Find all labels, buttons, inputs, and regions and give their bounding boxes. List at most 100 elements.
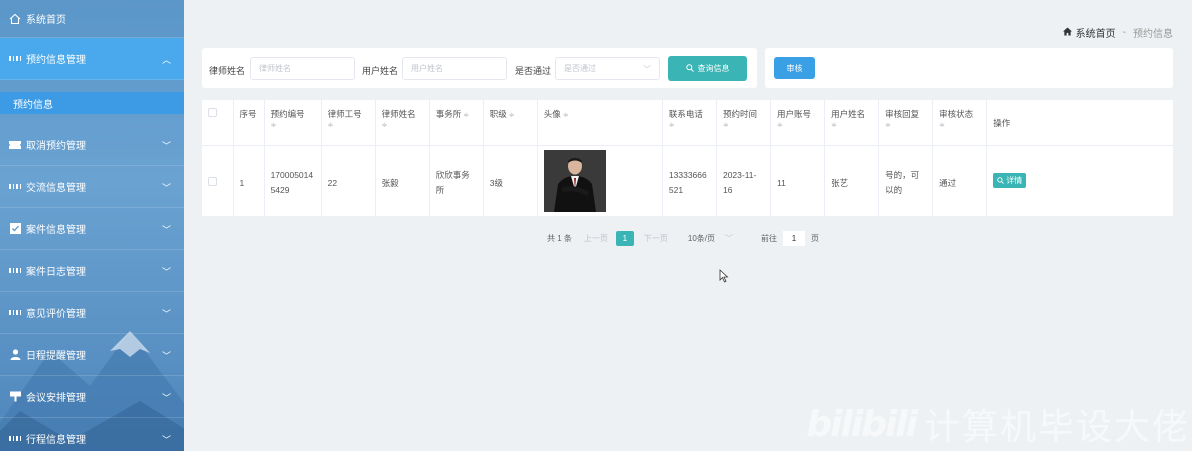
sidebar-item-home[interactable]: 系统首页 [0, 0, 184, 38]
page-size-value: 10条/页 [687, 233, 716, 243]
sidebar-item-trip[interactable]: 行程信息管理 ﹀ [0, 418, 184, 451]
breadcrumb: 系统首页 - 预约信息 [1062, 25, 1173, 40]
user-name-input[interactable]: 用户姓名 [402, 57, 507, 80]
header-label: 律师姓名 [381, 109, 416, 119]
header-lawyer-name[interactable]: 律师姓名 ≑ [375, 100, 430, 146]
cell-booking-no: 1700050145429 [264, 145, 322, 216]
header-operation: 操作 [986, 100, 1173, 146]
header-avatar[interactable]: 头像 ≑ [537, 100, 663, 146]
lawyer-photo [543, 149, 606, 212]
sidebar-subitem-booking-info[interactable]: 预约信息 [0, 92, 184, 114]
header-audit-status[interactable]: 审核状态 ≑ [932, 100, 988, 146]
cell-rank: 3级 [483, 145, 538, 216]
sidebar-home-label: 系统首页 [26, 15, 66, 26]
chevron-down-icon: ﹀ [161, 309, 171, 319]
query-button-label: 查询信息 [697, 64, 730, 73]
watermark: bilibili 计算机毕设大佬 [806, 398, 1190, 450]
chevron-down-icon: ﹀ [161, 267, 171, 277]
pagination: 共 1 条 上一页 1 下一页 10条/页 ﹀ 前往 1 页 [547, 230, 819, 246]
header-user-account[interactable]: 用户账号 ≑ [770, 100, 826, 146]
search-icon [685, 63, 694, 74]
sort-icon[interactable]: ≑ [382, 121, 423, 131]
sidebar-item-exchange[interactable]: 交流信息管理 ﹀ [0, 166, 184, 208]
goto-suffix: 页 [811, 233, 820, 243]
header-label: 职级 [489, 109, 507, 119]
row-checkbox[interactable] [208, 176, 217, 186]
cell-firm: 欣欣事务所 [429, 145, 484, 216]
select-all-checkbox[interactable] [208, 108, 217, 117]
header-user-name[interactable]: 用户姓名 ≑ [824, 100, 880, 146]
user-icon [9, 349, 21, 361]
header-lawyer-id[interactable]: 律师工号 ≑ [321, 100, 376, 146]
action-panel: 审核 [765, 48, 1173, 88]
header-booking-no[interactable]: 预约编号 ≑ [264, 100, 322, 146]
cell-avatar [537, 145, 663, 216]
passed-select-placeholder: 是否通过 [564, 64, 596, 73]
lawyer-name-input[interactable]: 律师姓名 [250, 57, 355, 80]
grid-icon [9, 53, 21, 65]
sidebar-item-booking[interactable]: 预约信息管理 ︿ [0, 38, 184, 80]
sort-icon[interactable]: ≑ [328, 121, 369, 131]
goto-label: 前往 [761, 233, 778, 243]
ticket-icon [9, 139, 21, 151]
watermark-text: 计算机毕设大佬 [923, 406, 1190, 447]
breadcrumb-current: 预约信息 [1133, 29, 1173, 40]
sidebar-item-cancel[interactable]: 取消预约管理 ﹀ [0, 124, 184, 166]
search-icon [997, 176, 1005, 184]
breadcrumb-separator: - [1122, 27, 1126, 38]
sidebar-item-label: 行程信息管理 [26, 435, 86, 446]
sort-icon[interactable]: ≑ [939, 121, 980, 131]
header-label: 预约时间 [722, 109, 757, 119]
sort-icon[interactable]: ≑ [271, 121, 315, 131]
header-phone[interactable]: 联系电话 ≑ [662, 100, 717, 146]
header-booking-time[interactable]: 预约时间 ≑ [716, 100, 772, 146]
sort-icon[interactable]: ≑ [463, 112, 469, 119]
cell-lawyer-id: 22 [321, 145, 376, 216]
grid-icon [9, 433, 21, 445]
sidebar-item-case-log[interactable]: 案件日志管理 ﹀ [0, 250, 184, 292]
pagination-page-current[interactable]: 1 [615, 230, 634, 246]
header-index: 序号 [233, 100, 265, 146]
header-label: 事务所 [435, 109, 462, 119]
chevron-down-icon: ﹀ [161, 141, 171, 151]
sort-icon[interactable]: ≑ [885, 121, 926, 131]
sort-icon[interactable]: ≑ [669, 121, 710, 131]
sidebar-item-schedule[interactable]: 日程提醒管理 ﹀ [0, 334, 184, 376]
sort-icon[interactable]: ≑ [777, 121, 818, 131]
chevron-down-icon: ﹀ [161, 393, 171, 403]
header-label: 预约编号 [270, 109, 305, 119]
sidebar-item-feedback[interactable]: 意见评价管理 ﹀ [0, 292, 184, 334]
podium-icon [9, 391, 21, 403]
page-size-select[interactable]: 10条/页 ﹀ [688, 233, 733, 244]
sort-icon[interactable]: ≑ [831, 121, 872, 131]
grid-icon [9, 307, 21, 319]
audit-button[interactable]: 审核 [774, 57, 815, 79]
pagination-prev[interactable]: 上一页 [584, 233, 608, 244]
header-label: 头像 [543, 109, 561, 119]
detail-button[interactable]: 详情 [993, 172, 1027, 188]
cell-user-account: 11 [770, 145, 826, 216]
sort-icon[interactable]: ≑ [723, 121, 764, 131]
query-button[interactable]: 查询信息 [668, 56, 747, 81]
home-icon [1062, 26, 1072, 39]
chevron-down-icon: ﹀ [161, 183, 171, 193]
header-label: 律师工号 [327, 109, 362, 119]
breadcrumb-home[interactable]: 系统首页 [1076, 25, 1116, 40]
header-rank[interactable]: 职级 ≑ [483, 100, 538, 146]
search-panel: 律师姓名 律师姓名 用户姓名 用户姓名 是否通过 是否通过 ﹀ 查询信息 [202, 48, 757, 88]
cell-audit-status: 通过 [932, 145, 988, 216]
sidebar-item-case[interactable]: 案件信息管理 ﹀ [0, 208, 184, 250]
passed-select[interactable]: 是否通过 ﹀ [555, 57, 660, 80]
header-label: 审核回复 [885, 109, 920, 119]
sort-icon[interactable]: ≑ [563, 112, 569, 119]
goto-page-input[interactable]: 1 [783, 230, 806, 246]
sidebar-item-label: 交流信息管理 [26, 183, 86, 194]
table-row[interactable]: 1 1700050145429 22 张毅 欣欣事务所 3级 133336665… [202, 145, 1173, 216]
sidebar-item-label: 案件日志管理 [26, 267, 86, 278]
chevron-down-icon: ﹀ [161, 435, 171, 445]
sidebar-item-meeting[interactable]: 会议安排管理 ﹀ [0, 376, 184, 418]
sort-icon[interactable]: ≑ [509, 112, 515, 119]
pagination-next[interactable]: 下一页 [644, 233, 668, 244]
header-audit-reply[interactable]: 审核回复 ≑ [878, 100, 934, 146]
header-firm[interactable]: 事务所 ≑ [429, 100, 484, 146]
